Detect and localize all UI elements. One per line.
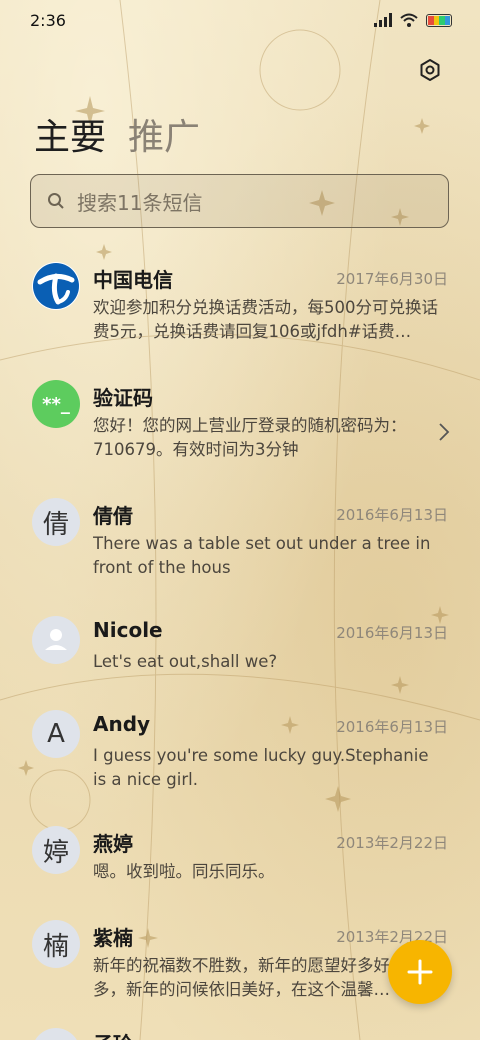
list-item[interactable]: 婷 燕婷 2013年2月22日 嗯。收到啦。同乐同乐。 xyxy=(0,808,480,902)
status-time: 2:36 xyxy=(30,10,66,30)
list-item[interactable]: **_ 验证码 您好！您的网上营业厅登录的随机密码为：710679。有效时间为3… xyxy=(0,362,480,480)
tab-main[interactable]: 主要 xyxy=(34,108,106,160)
message-preview: 欢迎参加积分兑换话费活动，每500分可兑换话费5元，兑换话费请回复106或jfd… xyxy=(93,298,438,341)
message-preview: 嗯。收到啦。同乐同乐。 xyxy=(93,862,275,881)
signal-icon xyxy=(374,13,392,27)
list-item[interactable]: A Andy 2016年6月13日 I guess you're some lu… xyxy=(0,692,480,808)
avatar-label: 楠 xyxy=(42,931,69,962)
wifi-icon xyxy=(400,13,418,27)
message-list: 中国电信 2017年6月30日 欢迎参加积分兑换话费活动，每500分可兑换话费5… xyxy=(0,244,480,1040)
tab-promotions[interactable]: 推广 xyxy=(128,108,200,160)
sender-name: 倩倩 xyxy=(93,504,133,528)
telecom-logo-icon xyxy=(33,263,79,309)
avatar-label: A xyxy=(47,719,65,749)
list-item[interactable]: 倩 倩倩 2016年6月13日 There was a table set ou… xyxy=(0,480,480,598)
message-preview: There was a table set out under a tree i… xyxy=(93,534,431,577)
chevron-right-icon[interactable] xyxy=(438,422,450,442)
avatar: 楠 xyxy=(32,920,80,968)
avatar xyxy=(32,262,80,310)
avatar-label: 婷 xyxy=(42,837,69,868)
tab-bar: 主要 推广 xyxy=(34,108,200,160)
message-preview: Let's eat out,shall we? xyxy=(93,652,278,671)
sender-name: 中国电信 xyxy=(93,268,173,292)
sender-name: 子玲 xyxy=(93,1028,133,1040)
avatar-label: **_ xyxy=(42,393,70,415)
message-date: 2016年6月13日 xyxy=(336,624,448,642)
avatar xyxy=(32,1028,80,1040)
sender-name: 紫楠 xyxy=(93,926,133,950)
battery-icon xyxy=(426,13,452,27)
avatar: 倩 xyxy=(32,498,80,546)
person-icon xyxy=(45,629,67,650)
plus-icon xyxy=(407,959,433,985)
avatar: A xyxy=(32,710,80,758)
status-icons xyxy=(374,13,452,27)
message-date: 2017年6月30日 xyxy=(336,270,448,288)
search-input[interactable]: 搜索11条短信 xyxy=(30,174,449,228)
sender-name: Nicole xyxy=(93,618,163,642)
message-preview: 您好！您的网上营业厅登录的随机密码为：710679。有效时间为3分钟 xyxy=(93,416,407,459)
sender-name: 验证码 xyxy=(93,386,153,410)
status-bar: 2:36 xyxy=(0,0,480,40)
compose-button[interactable] xyxy=(388,940,452,1004)
sender-name: 燕婷 xyxy=(93,832,133,856)
settings-icon xyxy=(420,59,440,81)
message-preview: 新年的祝福数不胜数，新年的愿望好多好多，新年的问候依旧美好，在这个温馨的时刻 xyxy=(93,956,390,999)
search-placeholder: 搜索11条短信 xyxy=(77,190,203,215)
list-item[interactable]: 中国电信 2017年6月30日 欢迎参加积分兑换话费活动，每500分可兑换话费5… xyxy=(0,244,480,362)
message-date: 2016年6月13日 xyxy=(336,506,448,524)
avatar-label: 倩 xyxy=(42,509,69,540)
message-date: 2013年2月22日 xyxy=(336,834,448,852)
avatar xyxy=(32,616,80,664)
settings-button[interactable] xyxy=(414,54,446,86)
avatar: 婷 xyxy=(32,826,80,874)
message-date: 2016年6月13日 xyxy=(336,718,448,736)
message-preview: I guess you're some lucky guy.Stephanie … xyxy=(93,746,429,789)
avatar: **_ xyxy=(32,380,80,428)
search-icon xyxy=(48,193,64,209)
sender-name: Andy xyxy=(93,712,151,736)
list-item[interactable]: 子玲 xyxy=(0,1020,480,1040)
list-item[interactable]: Nicole 2016年6月13日 Let's eat out,shall we… xyxy=(0,598,480,692)
